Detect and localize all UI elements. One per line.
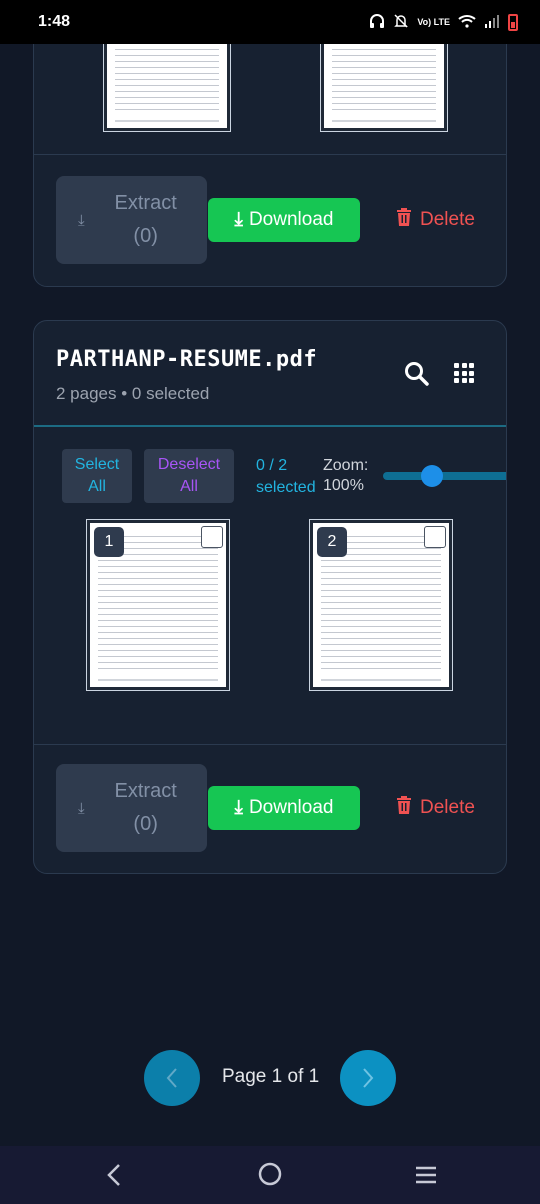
- page-select-checkbox[interactable]: [201, 526, 223, 548]
- status-icons: Vo) LTE: [369, 13, 518, 32]
- zoom-slider[interactable]: [383, 465, 506, 487]
- zoom-slider-track: [383, 472, 506, 480]
- extract-label: Extract: [114, 192, 177, 214]
- select-all-label-2: All: [88, 478, 106, 495]
- grid-icon[interactable]: [454, 363, 474, 383]
- download-label: Download: [248, 797, 334, 818]
- search-icon[interactable]: [404, 361, 430, 387]
- select-all-label: Select: [74, 456, 120, 473]
- download-button[interactable]: ⤓ Download: [208, 198, 360, 242]
- selected-count: 0 / 2 selected: [256, 455, 316, 499]
- zoom-slider-handle[interactable]: [421, 465, 443, 487]
- extract-count: (0): [133, 813, 158, 835]
- chevron-right-icon: [363, 1068, 374, 1088]
- page-number-badge: 1: [94, 527, 124, 557]
- next-page-button[interactable]: [340, 1050, 396, 1106]
- selected-count-label: selected: [256, 479, 316, 496]
- page-thumbnail-2[interactable]: 2: [309, 519, 453, 691]
- download-button[interactable]: ⤓ Download: [208, 786, 360, 830]
- main-scroll-area[interactable]: ⤓ Extract (0) ⤓ Download Delete PARTHANP…: [0, 0, 540, 1146]
- selected-count-value: 0 / 2: [256, 457, 288, 474]
- divider: [34, 154, 506, 155]
- home-icon[interactable]: [257, 1161, 283, 1192]
- wifi-icon: [458, 14, 476, 31]
- trash-icon: [396, 208, 412, 232]
- divider: [34, 744, 506, 745]
- extract-button[interactable]: ⤓ Extract (0): [56, 176, 207, 264]
- file-actions: ⤓ Extract (0) ⤓ Download Delete: [56, 176, 506, 264]
- delete-button[interactable]: Delete: [396, 208, 475, 232]
- deselect-all-label-2: All: [180, 478, 198, 495]
- zoom-label: Zoom:: [323, 457, 369, 474]
- file-name: PARTHANP-RESUME.pdf: [56, 347, 318, 372]
- recents-icon[interactable]: [414, 1164, 438, 1191]
- signal-icon: [484, 14, 500, 31]
- previous-page-button[interactable]: [144, 1050, 200, 1106]
- headphones-icon: [369, 13, 385, 32]
- file-meta: 2 pages • 0 selected: [56, 384, 210, 403]
- deselect-all-button[interactable]: Deselect All: [144, 449, 234, 503]
- status-time: 1:48: [38, 13, 71, 30]
- download-icon: ⤓: [78, 799, 85, 817]
- download-label: Download: [248, 209, 334, 230]
- trash-icon: [396, 796, 412, 820]
- pagination: Page 1 of 1: [0, 1050, 540, 1106]
- delete-button[interactable]: Delete: [396, 796, 475, 820]
- extract-count: (0): [133, 225, 158, 247]
- back-icon[interactable]: [104, 1162, 124, 1193]
- select-all-button[interactable]: Select All: [62, 449, 132, 503]
- battery-icon: [508, 13, 518, 31]
- file-card: PARTHANP-RESUME.pdf 2 pages • 0 selected…: [33, 320, 507, 874]
- delete-label: Delete: [420, 209, 475, 230]
- system-navigation-bar: [0, 1146, 540, 1204]
- deselect-all-label: Deselect: [157, 456, 221, 473]
- zoom-value: 100%: [323, 477, 364, 494]
- file-actions: ⤓ Extract (0) ⤓ Download Delete: [56, 764, 506, 852]
- page-indicator: Page 1 of 1: [222, 1066, 320, 1087]
- chevron-left-icon: [166, 1068, 177, 1088]
- volte-indicator: Vo) LTE: [417, 16, 450, 27]
- download-icon: ⤓: [234, 797, 243, 818]
- delete-label: Delete: [420, 797, 475, 818]
- page-thumbnail-1[interactable]: 1: [86, 519, 230, 691]
- download-icon: ⤓: [78, 211, 85, 229]
- status-bar: 1:48 Vo) LTE: [0, 0, 540, 44]
- muted-bell-icon: [393, 13, 409, 32]
- page-select-checkbox[interactable]: [424, 526, 446, 548]
- download-icon: ⤓: [234, 209, 243, 230]
- header-divider: [34, 425, 506, 427]
- extract-button[interactable]: ⤓ Extract (0): [56, 764, 207, 852]
- page-number-badge: 2: [317, 527, 347, 557]
- extract-label: Extract: [114, 780, 177, 802]
